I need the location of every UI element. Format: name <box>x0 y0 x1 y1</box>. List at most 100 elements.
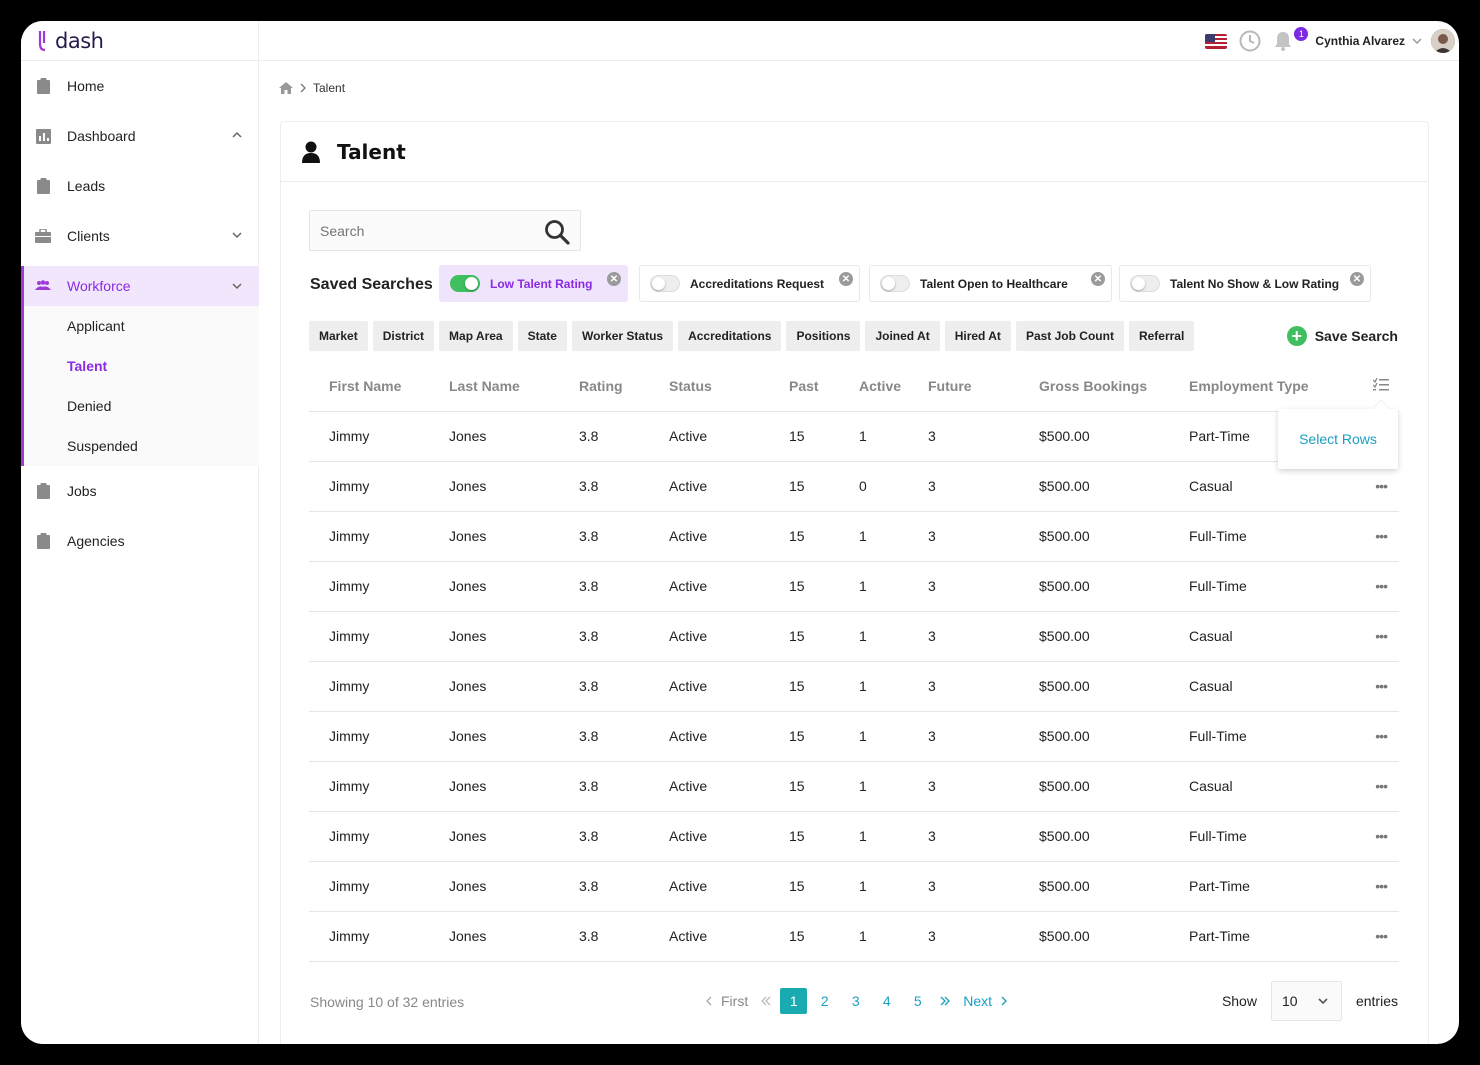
select-rows-popup: Select Rows <box>1278 409 1398 469</box>
search-icon[interactable] <box>544 219 570 245</box>
filter-market[interactable]: Market <box>309 321 368 351</box>
show-label: Show <box>1221 993 1257 1009</box>
user-name[interactable]: Cynthia Alvarez <box>1315 34 1405 48</box>
clock-icon[interactable] <box>1239 30 1261 52</box>
remove-chip-icon[interactable]: ✕ <box>607 272 621 286</box>
sidebar-subitem-suspended[interactable]: Suspended <box>24 426 259 466</box>
logo-mark-icon <box>38 30 46 51</box>
filter-district[interactable]: District <box>372 321 435 351</box>
saved-search-toggle[interactable] <box>450 275 480 292</box>
table-row[interactable]: Jimmy Jones 3.8 Active 15 1 3 $500.00 Full-Time •… <box>309 511 1399 562</box>
sidebar-item-jobs[interactable]: Jobs <box>21 466 259 516</box>
saved-search-chip[interactable]: Talent No Show & Low Rating ✕ <box>1119 265 1371 302</box>
sidebar-subitem-denied[interactable]: Denied <box>24 386 259 426</box>
column-header[interactable]: Status <box>669 362 789 412</box>
saved-search-chip[interactable]: Accreditations Request ✕ <box>639 265 860 302</box>
plus-icon: + <box>1286 326 1307 346</box>
avatar[interactable] <box>1431 29 1455 53</box>
row-actions-button[interactable]: ••• <box>1339 911 1399 962</box>
filter-state[interactable]: State <box>517 321 567 351</box>
table-row[interactable]: Jimmy Jones 3.8 Active 15 1 3 $500.00 Casual ••• <box>309 761 1399 812</box>
search-input[interactable] <box>310 211 530 250</box>
breadcrumb: Talent <box>279 81 345 95</box>
saved-search-toggle[interactable] <box>650 275 680 292</box>
column-header[interactable]: Past <box>789 362 859 412</box>
column-header[interactable]: First Name <box>309 362 449 412</box>
column-header[interactable]: Future <box>928 362 1039 412</box>
saved-search-chip[interactable]: Low Talent Rating ✕ <box>439 265 628 302</box>
saved-search-toggle[interactable] <box>880 275 910 292</box>
list-settings-icon <box>1372 377 1389 391</box>
column-header[interactable]: Rating <box>579 362 669 412</box>
save-search-button[interactable]: + Save Search <box>1286 326 1398 346</box>
filter-positions[interactable]: Positions <box>786 321 861 351</box>
table-row[interactable]: Jimmy Jones 3.8 Active 15 1 3 $500.00 Part-Time •… <box>309 861 1399 912</box>
remove-chip-icon[interactable]: ✕ <box>1350 272 1364 286</box>
table-row[interactable]: Jimmy Jones 3.8 Active 15 0 3 $500.00 Casual ••• <box>309 461 1399 512</box>
sidebar-item-dashboard[interactable]: Dashboard <box>21 111 259 161</box>
filter-past-job-count[interactable]: Past Job Count <box>1015 321 1124 351</box>
chevron-down-icon[interactable] <box>1411 35 1423 47</box>
table-cell: Jones <box>449 611 579 662</box>
table-cell: Active <box>669 861 789 912</box>
top-bar: 1 Cynthia Alvarez <box>259 21 1459 61</box>
row-actions-button[interactable]: ••• <box>1339 661 1399 712</box>
table-row[interactable]: Jimmy Jones 3.8 Active 15 1 3 $500.00 Full-Time •… <box>309 811 1399 862</box>
page-button-current[interactable]: 1 <box>780 988 808 1014</box>
filter-worker-status[interactable]: Worker Status <box>571 321 674 351</box>
logo[interactable]: dash <box>21 21 258 61</box>
table-row[interactable]: Jimmy Jones 3.8 Active 15 1 3 $500.00 Casual ••• <box>309 661 1399 712</box>
row-actions-button[interactable]: ••• <box>1339 711 1399 762</box>
table-cell: Active <box>669 761 789 812</box>
sidebar-item-leads[interactable]: Leads <box>21 161 259 211</box>
column-header[interactable]: Active <box>859 362 928 412</box>
column-header[interactable]: Gross Bookings <box>1039 362 1189 412</box>
column-header[interactable]: Employment Type <box>1189 362 1339 412</box>
prev-page-button[interactable] <box>754 996 778 1006</box>
table-cell: Jimmy <box>309 511 449 562</box>
table-row[interactable]: Jimmy Jones 3.8 Active 15 1 3 $500.00 Part-Time <box>309 411 1399 462</box>
table-row[interactable]: Jimmy Jones 3.8 Active 15 1 3 $500.00 Full-Time •… <box>309 561 1399 612</box>
table-cell: 15 <box>789 461 859 512</box>
sidebar-subitem-talent[interactable]: Talent <box>24 346 259 386</box>
sidebar-item-clients[interactable]: Clients <box>21 211 259 261</box>
sidebar-item-workforce[interactable]: Workforce <box>21 266 259 306</box>
filter-map-area[interactable]: Map Area <box>439 321 513 351</box>
us-flag-icon[interactable] <box>1205 33 1228 49</box>
next-pages-button[interactable] <box>933 996 957 1006</box>
saved-search-chip[interactable]: Talent Open to Healthcare ✕ <box>869 265 1112 302</box>
sidebar-item-home[interactable]: Home <box>21 61 259 111</box>
entries-select[interactable]: 10 <box>1270 981 1342 1021</box>
chevron-right-icon <box>300 83 306 93</box>
page-button[interactable]: 2 <box>809 988 840 1014</box>
notifications-button[interactable]: 1 <box>1273 21 1309 61</box>
row-actions-button[interactable]: ••• <box>1339 811 1399 862</box>
table-row[interactable]: Jimmy Jones 3.8 Active 15 1 3 $500.00 Part-Time •… <box>309 911 1399 962</box>
saved-search-toggle[interactable] <box>1130 275 1160 292</box>
row-actions-button[interactable]: ••• <box>1339 761 1399 812</box>
sidebar-subitem-applicant[interactable]: Applicant <box>24 306 259 346</box>
sidebar-item-agencies[interactable]: Agencies <box>21 516 259 566</box>
row-actions-button[interactable]: ••• <box>1339 861 1399 912</box>
remove-chip-icon[interactable]: ✕ <box>1091 272 1105 286</box>
page-button[interactable]: 3 <box>840 988 871 1014</box>
row-actions-button[interactable]: ••• <box>1339 561 1399 612</box>
filter-joined-at[interactable]: Joined At <box>865 321 940 351</box>
table-row[interactable]: Jimmy Jones 3.8 Active 15 1 3 $500.00 Full-Time •… <box>309 711 1399 762</box>
remove-chip-icon[interactable]: ✕ <box>839 272 853 286</box>
filter-accreditations[interactable]: Accreditations <box>678 321 782 351</box>
filter-hired-at[interactable]: Hired At <box>944 321 1011 351</box>
page-button[interactable]: 4 <box>871 988 902 1014</box>
home-icon[interactable] <box>279 82 293 94</box>
table-row[interactable]: Jimmy Jones 3.8 Active 15 1 3 $500.00 Casual ••• <box>309 611 1399 662</box>
table-cell: 3.8 <box>579 761 669 812</box>
column-settings[interactable] <box>1339 362 1399 412</box>
row-actions-button[interactable]: ••• <box>1339 511 1399 562</box>
row-actions-button[interactable]: ••• <box>1339 611 1399 662</box>
next-page-button[interactable]: Next <box>957 993 1014 1009</box>
column-header[interactable]: Last Name <box>449 362 579 412</box>
select-rows-option[interactable]: Select Rows <box>1299 431 1377 447</box>
page-button[interactable]: 5 <box>902 988 933 1014</box>
first-page-button[interactable]: First <box>699 993 754 1009</box>
filter-referral[interactable]: Referral <box>1128 321 1195 351</box>
